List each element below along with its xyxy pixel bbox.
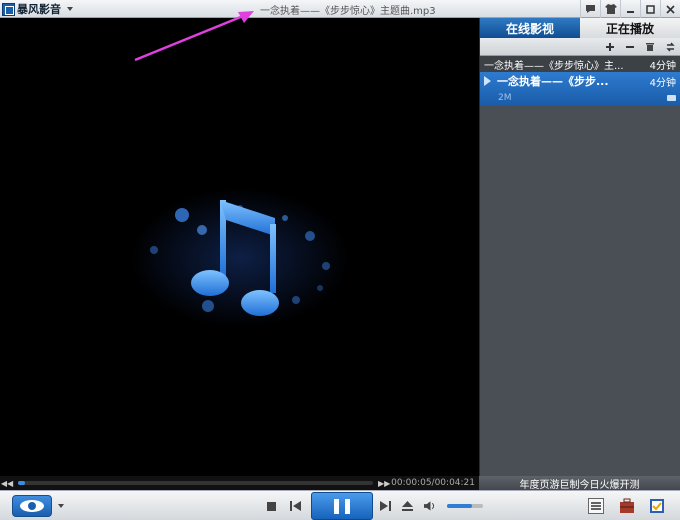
annotation-arrow [134,11,254,62]
next-icon [380,501,391,511]
tab-now-playing[interactable]: 正在播放 [580,18,680,38]
progress-row: ◀◀ ▶▶ 00:00:05/00:04:21 [0,476,479,490]
volume-slider-fill [447,504,473,508]
title-bar: 暴风影音 一念执着——《步步惊心》主题曲.mp3 [0,0,680,18]
tab-online-video[interactable]: 在线影视 [480,18,580,38]
pause-icon [334,498,339,514]
playlist-item-duration: 4分钟 [649,60,676,72]
seek-bar-fill [18,481,26,485]
volume-slider[interactable] [447,504,483,508]
speaker-icon [424,501,435,511]
playing-indicator-icon [484,76,491,86]
playlist-item[interactable]: 一念执着——《步步惊心》主... 4分钟 [480,56,680,72]
add-icon[interactable] [604,41,616,53]
loop-mode-icon[interactable] [664,41,676,53]
close-icon[interactable] [660,0,680,18]
fast-forward-icon[interactable]: ▶▶ [377,476,391,490]
playlist-toolbar [480,38,680,56]
rewind-icon[interactable]: ◀◀ [0,476,14,490]
playlist-item-name: 一念执着——《步步惊心》主... [484,60,624,72]
playlist-item-duration: 4分钟 [649,77,676,89]
skin-shirt-icon[interactable] [600,0,620,18]
music-note-icon [150,200,330,316]
chat-icon[interactable] [580,0,600,18]
ad-banner[interactable]: 年度页游巨制今日火爆开测 [479,476,680,491]
minimize-icon[interactable] [620,0,640,18]
menu-dropdown-icon[interactable] [67,7,73,11]
time-display: 00:00:05/00:04:21 [391,478,475,488]
trash-icon[interactable] [644,41,656,53]
stop-button[interactable] [265,500,277,512]
toolbox-button[interactable] [619,498,635,514]
open-folder-icon[interactable] [667,95,676,101]
eye-dropdown-icon[interactable] [58,504,64,508]
maximize-icon[interactable] [640,0,660,18]
video-area[interactable] [0,18,479,476]
toolbox-icon [620,498,634,513]
pause-button[interactable] [311,492,373,520]
pause-icon-bar [345,498,350,514]
eject-button[interactable] [401,500,413,512]
previous-icon [290,501,301,511]
window-controls [580,0,680,18]
seek-bar[interactable] [18,481,374,485]
eye-button[interactable] [12,495,52,517]
panel-tabs: 在线影视 正在播放 [480,18,680,38]
playlist-item-size: 2M [498,93,512,103]
window-title: 一念执着——《步步惊心》主题曲.mp3 [260,6,436,17]
playlist-panel: 在线影视 正在播放 一念执着——《步步惊心》主... 4分钟 一念执着——《步步… [479,18,680,476]
remove-icon[interactable] [624,41,636,53]
list-icon [588,498,604,514]
stop-icon [266,501,276,511]
next-button[interactable] [379,500,391,512]
checklist-icon [650,499,664,513]
playlist-toggle-button[interactable] [588,498,604,514]
playlist-item-name: 一念执着——《步步... [497,75,609,88]
eye-icon [20,500,44,512]
previous-button[interactable] [290,500,302,512]
eject-icon [401,501,413,511]
playlist-item-selected[interactable]: 一念执着——《步步... 4分钟 2M [480,72,680,106]
checklist-button[interactable] [649,498,665,514]
app-logo[interactable]: 暴风影音 [2,2,73,16]
film-icon [2,2,15,16]
control-bar [0,490,680,520]
volume-button[interactable] [424,500,436,512]
app-brand: 暴风影音 [17,3,61,16]
